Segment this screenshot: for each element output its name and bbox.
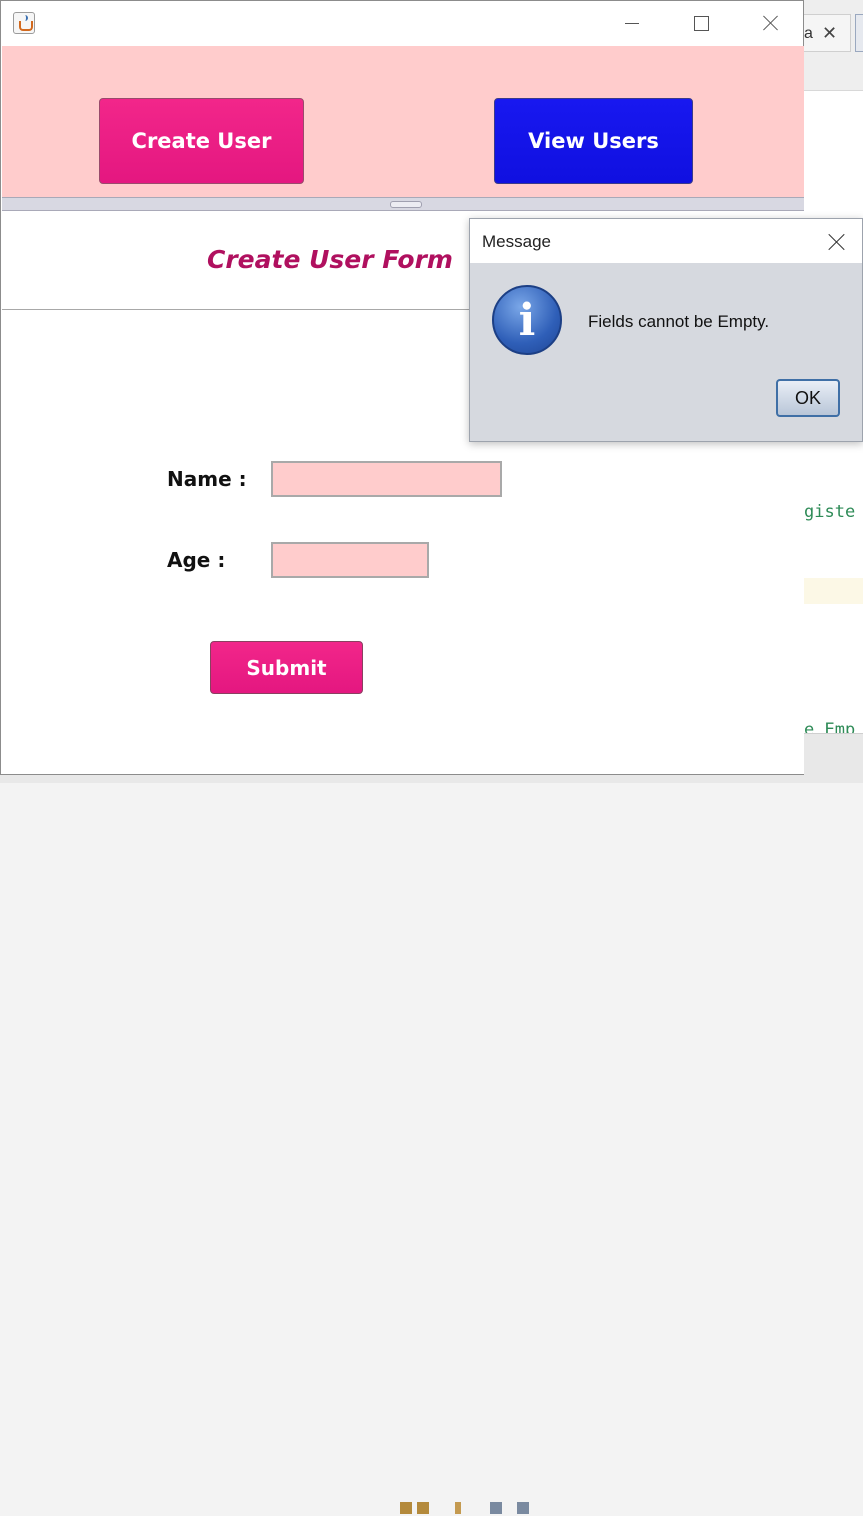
toolbar-icon[interactable] bbox=[417, 1502, 429, 1514]
ok-button[interactable]: OK bbox=[776, 379, 840, 417]
toolbar-icon[interactable] bbox=[400, 1502, 412, 1514]
age-label: Age : bbox=[167, 548, 226, 572]
name-field[interactable] bbox=[271, 461, 502, 497]
info-icon: i bbox=[492, 285, 562, 355]
title-bar[interactable] bbox=[1, 1, 803, 46]
create-user-button[interactable]: Create User bbox=[99, 98, 304, 184]
editor-tab-bar: a ✕ bbox=[804, 0, 863, 91]
dialog-title: Message bbox=[482, 232, 551, 251]
maximize-icon[interactable] bbox=[678, 9, 722, 39]
current-line-highlight bbox=[804, 578, 863, 604]
top-panel: Create User View Users bbox=[2, 46, 804, 197]
code-line: giste bbox=[804, 502, 856, 522]
name-label: Name : bbox=[167, 467, 247, 491]
editor-tab-label: a bbox=[804, 25, 813, 42]
age-field[interactable] bbox=[271, 542, 429, 578]
toolbar-icon[interactable] bbox=[490, 1502, 502, 1514]
message-dialog: Message i Fields cannot be Empty. OK bbox=[469, 218, 863, 442]
editor-tab-next[interactable] bbox=[855, 14, 863, 52]
close-icon[interactable] bbox=[748, 9, 792, 39]
dialog-close-icon[interactable] bbox=[824, 229, 850, 255]
dialog-title-bar[interactable]: Message bbox=[470, 219, 862, 263]
divider-grip-icon[interactable] bbox=[390, 201, 422, 208]
split-pane-divider[interactable] bbox=[2, 197, 804, 211]
toolbar-icons bbox=[395, 1496, 545, 1516]
form-title: Create User Form bbox=[207, 245, 453, 274]
submit-button[interactable]: Submit bbox=[210, 641, 363, 694]
tab-close-icon[interactable]: ✕ bbox=[822, 23, 837, 44]
view-users-button[interactable]: View Users bbox=[494, 98, 693, 184]
toolbar-icon[interactable] bbox=[517, 1502, 529, 1514]
minimize-icon[interactable] bbox=[609, 9, 653, 39]
java-icon[interactable] bbox=[13, 12, 35, 34]
editor-tab[interactable]: a ✕ bbox=[804, 14, 851, 52]
dialog-message: Fields cannot be Empty. bbox=[588, 312, 770, 331]
toolbar-icon[interactable] bbox=[455, 1502, 461, 1514]
